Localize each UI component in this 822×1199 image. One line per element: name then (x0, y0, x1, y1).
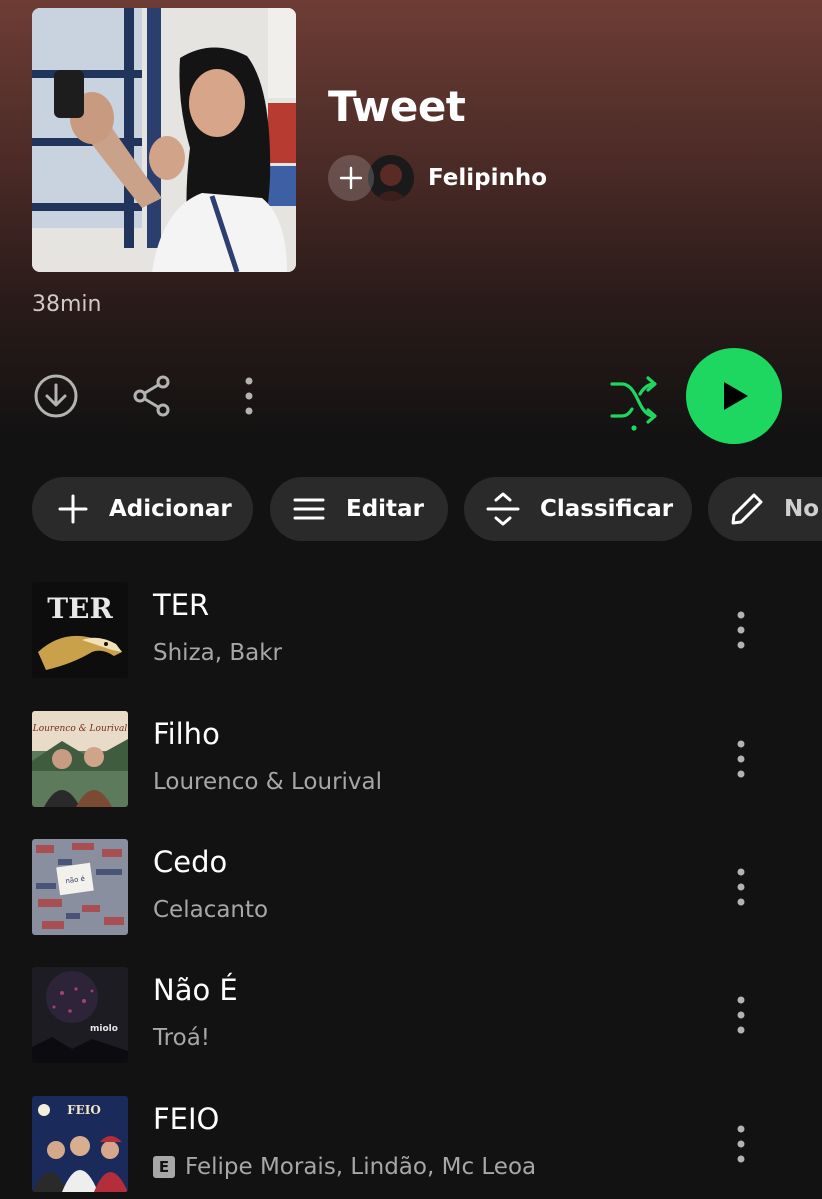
more-vertical-icon (737, 1125, 745, 1163)
track-artist-text: Felipe Morais, Lindão, Mc Leoa (185, 1154, 537, 1180)
playlist-title: Tweet (328, 82, 466, 131)
track-artist-text: Celacanto (153, 897, 269, 923)
svg-text:TER: TER (47, 592, 113, 625)
track-more-button[interactable] (725, 1122, 757, 1166)
edit-chip-label: Editar (346, 496, 424, 522)
playlist-cover (32, 8, 296, 272)
track-title: FEIO (153, 1102, 220, 1136)
list-icon (292, 497, 326, 521)
more-vertical-icon (245, 377, 253, 415)
add-chip[interactable]: Adicionar (32, 477, 253, 541)
track-artist: Lourenco & Lourival (153, 769, 382, 795)
share-icon (133, 375, 170, 417)
track-artist-text: Lourenco & Lourival (153, 769, 383, 795)
sort-chip[interactable]: Classificar (464, 477, 692, 541)
track-artist-text: Troá! (153, 1025, 211, 1051)
download-button[interactable] (32, 372, 80, 420)
track-row[interactable]: Lourenco & Lourival Filho Lourenco & Lou… (0, 711, 822, 811)
album-art: miolo (32, 967, 128, 1063)
more-vertical-icon (737, 740, 745, 778)
play-button[interactable] (686, 348, 782, 444)
track-title: Filho (153, 717, 220, 751)
album-art: Lourenco & Lourival (32, 711, 128, 807)
share-button[interactable] (128, 372, 176, 420)
more-vertical-icon (737, 996, 745, 1034)
add-chip-label: Adicionar (109, 496, 232, 522)
pencil-icon (730, 492, 764, 526)
track-row[interactable]: FEIO FEIO E Felipe Morais, Lindão, Mc Le… (0, 1096, 822, 1196)
more-vertical-icon (737, 868, 745, 906)
track-row[interactable]: miolo Não É Troá! (0, 967, 822, 1067)
track-row[interactable]: TER TER Shiza, Bakr (0, 582, 822, 682)
playlist-actions-chips: Adicionar Editar Classificar No (32, 477, 822, 541)
sort-icon (486, 492, 520, 526)
edit-chip[interactable]: Editar (270, 477, 448, 541)
more-vertical-icon (737, 611, 745, 649)
track-artist: Troá! (153, 1025, 210, 1051)
track-row[interactable]: não é Cedo Celacanto (0, 839, 822, 939)
plus-icon (339, 166, 363, 190)
track-artist: Shiza, Bakr (153, 640, 282, 666)
track-title: Não É (153, 973, 238, 1007)
svg-text:FEIO: FEIO (67, 1103, 101, 1117)
more-options-button[interactable] (232, 372, 266, 420)
shuffle-icon (610, 376, 657, 431)
owner-row: Felipinho (328, 154, 547, 202)
explicit-badge: E (153, 1156, 175, 1178)
track-title: Cedo (153, 845, 228, 879)
track-artist: E Felipe Morais, Lindão, Mc Leoa (153, 1154, 536, 1180)
album-art: FEIO (32, 1096, 128, 1192)
svg-text:miolo: miolo (90, 1024, 118, 1034)
album-art: TER (32, 582, 128, 678)
playlist-duration: 38min (32, 292, 102, 317)
shuffle-button[interactable] (606, 372, 662, 432)
add-collaborator-button[interactable] (328, 155, 374, 201)
owner-name[interactable]: Felipinho (428, 165, 547, 191)
track-artist: Celacanto (153, 897, 268, 923)
track-title: TER (153, 588, 210, 622)
name-details-chip[interactable]: No (708, 477, 822, 541)
track-more-button[interactable] (725, 608, 757, 652)
sort-chip-label: Classificar (540, 496, 674, 522)
svg-text:Lourenco & Lourival: Lourenco & Lourival (32, 724, 127, 734)
track-more-button[interactable] (725, 865, 757, 909)
track-more-button[interactable] (725, 993, 757, 1037)
plus-icon (55, 494, 91, 524)
track-more-button[interactable] (725, 737, 757, 781)
album-art: não é (32, 839, 128, 935)
download-icon (34, 374, 78, 418)
name-details-chip-label: No (784, 496, 820, 522)
track-artist-text: Shiza, Bakr (153, 640, 283, 666)
owner-avatar[interactable] (368, 155, 414, 201)
play-icon (724, 382, 748, 410)
